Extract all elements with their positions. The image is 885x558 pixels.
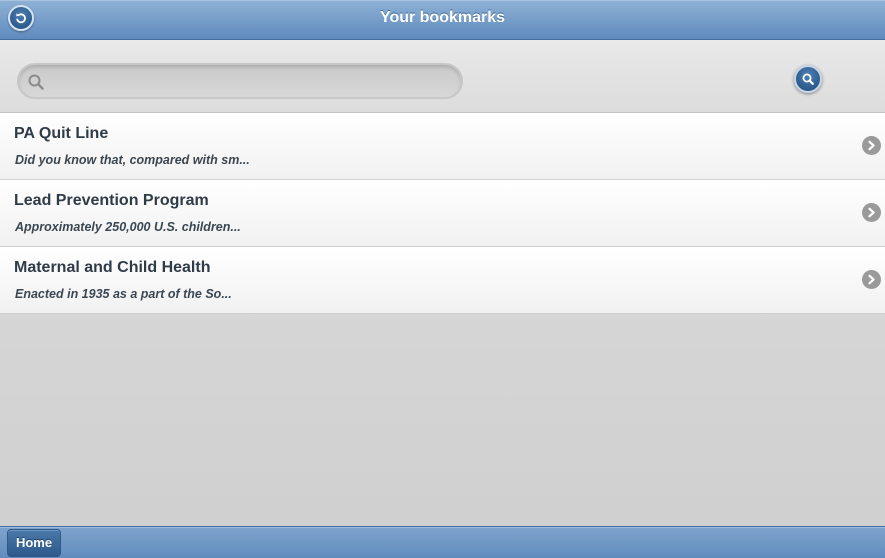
bookmark-title: PA Quit Line (14, 125, 109, 142)
header-bar: Your bookmarks (0, 0, 885, 40)
chevron-right-icon (862, 136, 881, 155)
bookmark-title: Maternal and Child Health (14, 259, 211, 276)
app-screen: Your bookmarks PA Quit Line Did you know… (0, 0, 885, 558)
search-icon (802, 73, 814, 85)
page-title: Your bookmarks (379, 9, 506, 26)
bookmark-description: Did you know that, compared with sm... (15, 153, 250, 167)
search-field[interactable] (17, 63, 463, 99)
search-bar (0, 40, 885, 113)
chevron-right-icon (862, 270, 881, 289)
list-item[interactable]: Lead Prevention Program Approximately 25… (0, 180, 885, 247)
bookmark-list: PA Quit Line Did you know that, compared… (0, 113, 885, 314)
list-item[interactable]: PA Quit Line Did you know that, compared… (0, 113, 885, 180)
home-button[interactable]: Home (7, 529, 61, 557)
bookmark-description: Approximately 250,000 U.S. children... (15, 220, 241, 234)
chevron-right-icon (862, 203, 881, 222)
list-item[interactable]: Maternal and Child Health Enacted in 193… (0, 247, 885, 314)
bookmark-title: Lead Prevention Program (14, 192, 209, 209)
magnifier-icon (28, 74, 44, 90)
bookmark-description: Enacted in 1935 as a part of the So... (15, 287, 232, 301)
search-button[interactable] (794, 65, 822, 93)
footer-bar: Home (0, 526, 885, 558)
search-input[interactable] (53, 65, 453, 99)
